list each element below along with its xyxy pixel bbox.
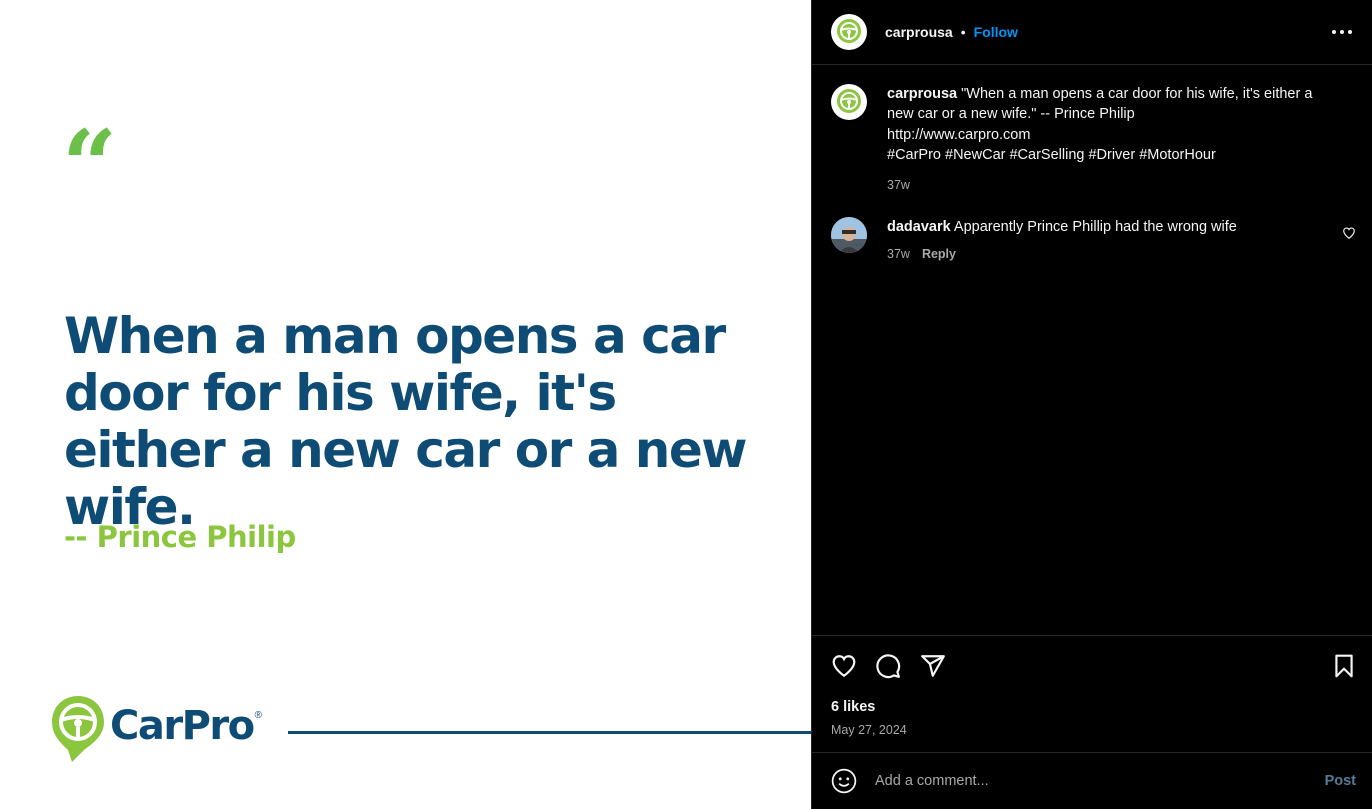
follow-button[interactable]: Follow	[974, 24, 1018, 40]
caption-age: 37w	[887, 177, 910, 192]
carpro-avatar-icon	[837, 19, 861, 43]
post-button[interactable]: Post	[1325, 773, 1356, 789]
quote-author: -- Prince Philip	[64, 520, 296, 554]
comment-text: Apparently Prince Phillip had the wrong …	[953, 219, 1237, 235]
heart-icon[interactable]	[831, 653, 857, 679]
registered-mark: ®	[254, 709, 262, 721]
quote-mark: “	[62, 109, 117, 222]
comment-bar: Post	[812, 752, 1372, 809]
caption-body: carprousa "When a man opens a car door f…	[887, 84, 1342, 195]
comment-heart-icon[interactable]	[1342, 226, 1356, 240]
comment-icon[interactable]	[875, 653, 901, 679]
post-date: May 27, 2024	[831, 723, 907, 737]
reply-button[interactable]: Reply	[922, 244, 956, 264]
bookmark-icon[interactable]	[1331, 653, 1357, 679]
actions-bar: 6 likes May 27, 2024	[812, 635, 1372, 753]
post-side-panel: carprousa • Follow carprousa "When a man…	[811, 0, 1372, 809]
quote-text: When a man opens a car door for his wife…	[64, 307, 747, 536]
caption: carprousa "When a man opens a car door f…	[831, 84, 1351, 195]
comment-username[interactable]: dadavark	[887, 219, 951, 235]
carpro-avatar-icon	[837, 89, 861, 113]
more-options-icon[interactable]	[1332, 22, 1352, 42]
comment-age: 37w	[887, 247, 910, 261]
caption-hashtags[interactable]: #CarPro #NewCar #CarSelling #Driver #Mot…	[887, 145, 1342, 165]
comment-input[interactable]	[875, 773, 1325, 789]
likes-count[interactable]: 6 likes	[831, 699, 875, 715]
comment-body: dadavark Apparently Prince Phillip had t…	[887, 217, 1327, 264]
comment-meta: 37w Reply	[887, 244, 1327, 264]
account-avatar[interactable]	[831, 14, 867, 50]
header-separator: •	[960, 24, 966, 40]
user-photo-icon	[831, 217, 867, 253]
commenter-avatar[interactable]	[831, 217, 867, 253]
brand-name: CarPro	[110, 703, 255, 749]
post-header: carprousa • Follow	[812, 0, 1372, 65]
steering-wheel-pin-icon	[52, 696, 104, 762]
caption-avatar[interactable]	[831, 84, 867, 120]
post-image[interactable]: “ When a man opens a car door for his wi…	[0, 0, 811, 809]
send-icon[interactable]	[920, 653, 946, 679]
brand-divider	[288, 731, 811, 734]
comment-item: dadavark Apparently Prince Phillip had t…	[831, 217, 1356, 264]
caption-link[interactable]: http://www.carpro.com	[887, 125, 1342, 145]
header-username[interactable]: carprousa	[885, 24, 953, 40]
carpro-logo: CarPro ®	[50, 694, 262, 764]
emoji-icon[interactable]	[831, 768, 857, 794]
caption-username[interactable]: carprousa	[887, 86, 957, 102]
